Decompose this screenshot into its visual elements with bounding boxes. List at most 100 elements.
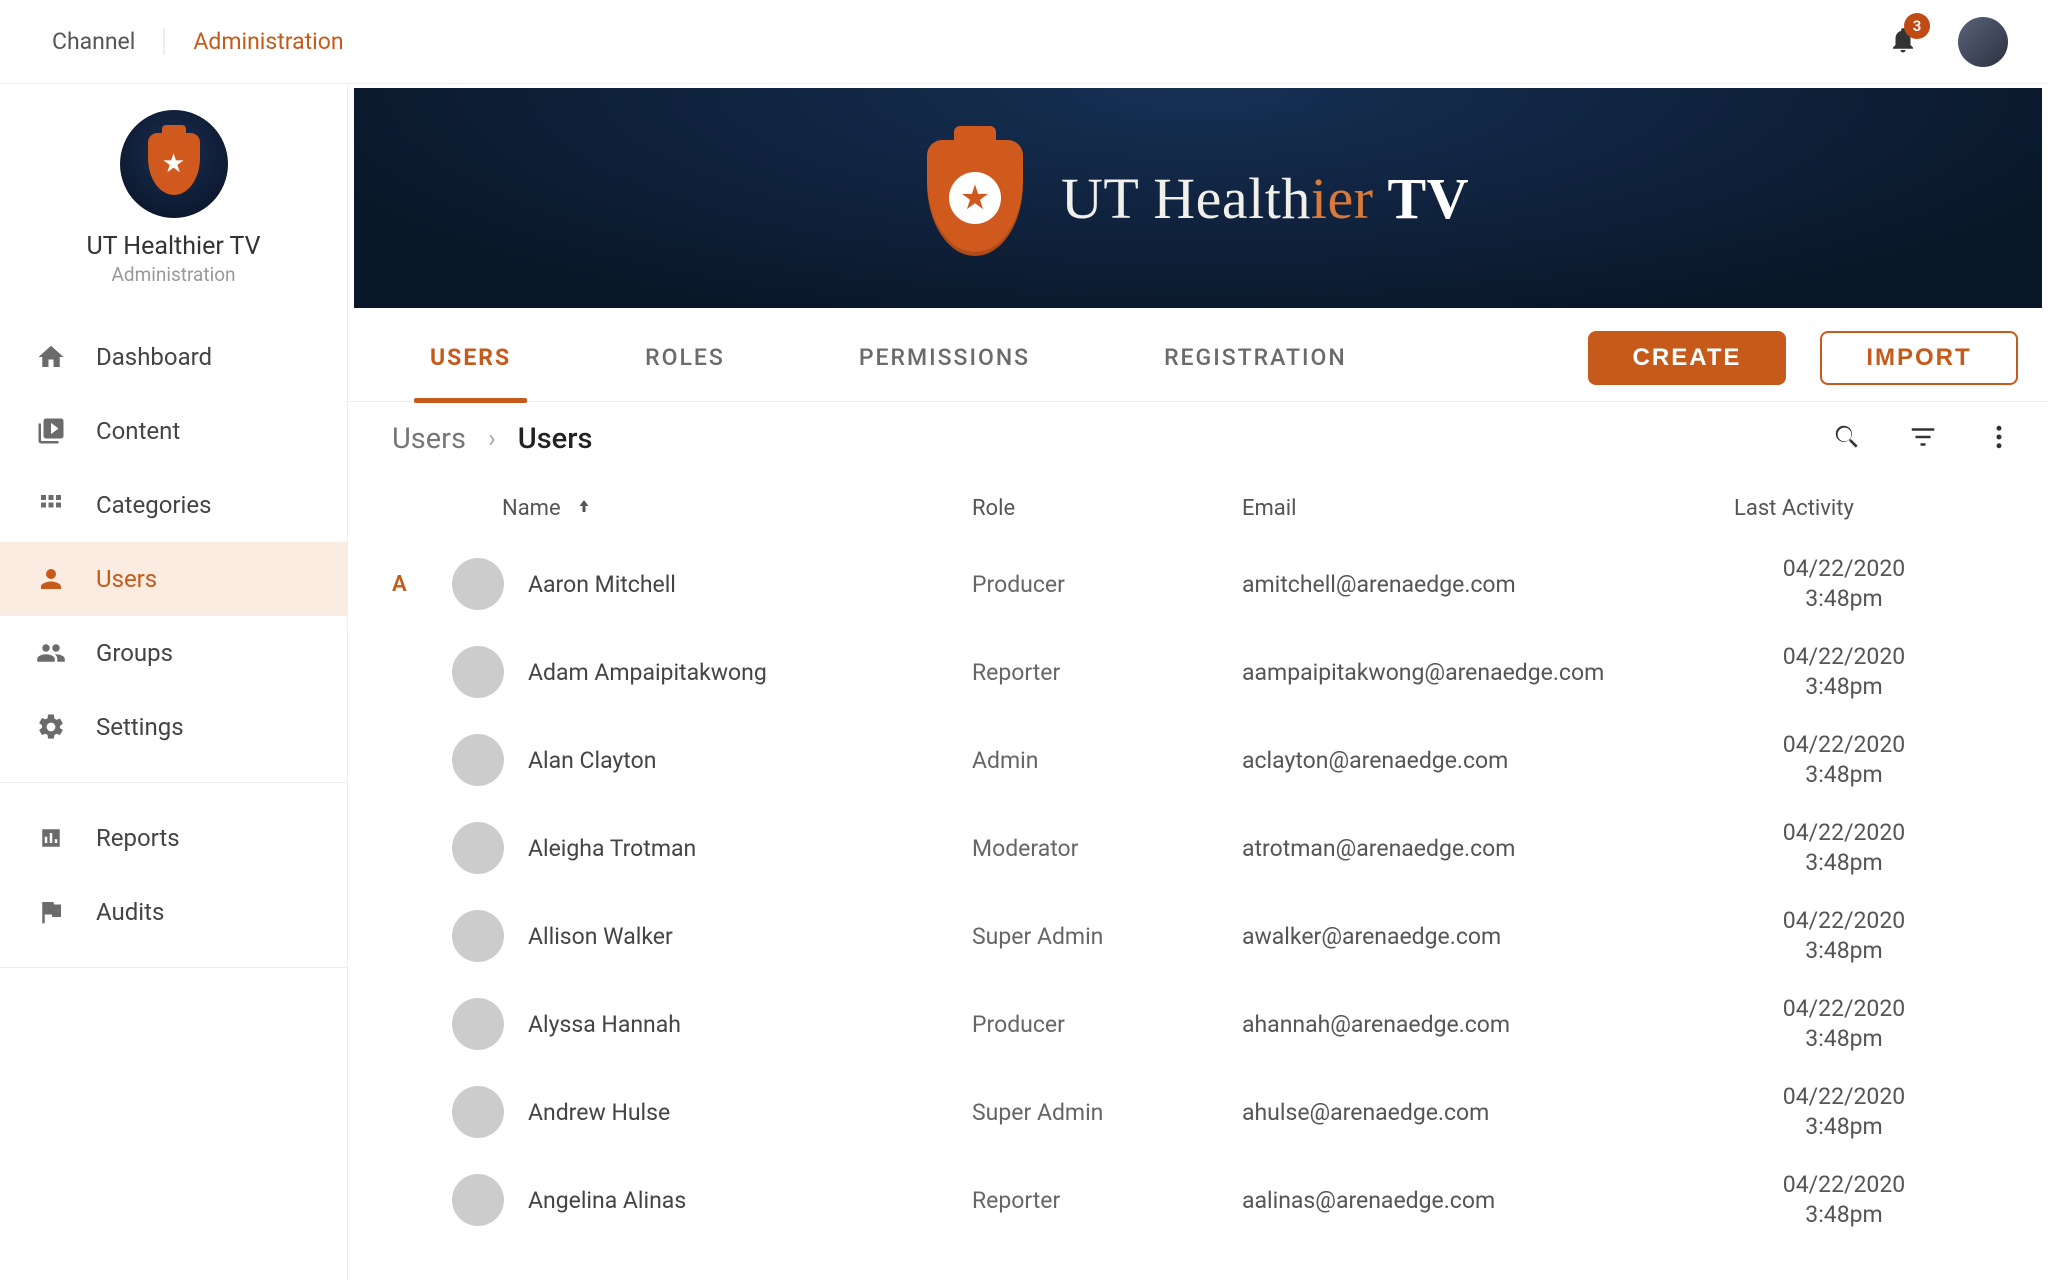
tab-roles[interactable]: ROLES (643, 314, 727, 401)
profile-avatar[interactable] (1958, 17, 2008, 67)
user-last-activity: 04/22/20203:48pm (1734, 906, 2014, 966)
table-row[interactable]: Angelina Alinas Reporter aalinas@arenaed… (392, 1156, 2014, 1244)
import-button[interactable]: IMPORT (1820, 331, 2018, 385)
filter-icon[interactable] (1908, 422, 1938, 456)
user-email: ahulse@arenaedge.com (1242, 1099, 1734, 1126)
nav-divider (0, 967, 347, 968)
tabs-row: USERS ROLES PERMISSIONS REGISTRATION CRE… (348, 314, 2048, 402)
user-last-activity: 04/22/20203:48pm (1734, 1082, 2014, 1142)
topbar-crumb-administration[interactable]: Administration (193, 28, 343, 55)
table-row[interactable]: A Aaron Mitchell Producer amitchell@aren… (392, 540, 2014, 628)
shield-icon: ★ (148, 133, 200, 195)
sidebar: ★ UT Healthier TV Administration Dashboa… (0, 84, 348, 1280)
breadcrumb-current: Users (518, 422, 593, 456)
column-name[interactable]: Name (502, 496, 972, 521)
user-name: Allison Walker (502, 923, 972, 950)
group-icon (36, 638, 66, 668)
user-email: aalinas@arenaedge.com (1242, 1187, 1734, 1214)
user-role: Super Admin (972, 1099, 1242, 1126)
column-email[interactable]: Email (1242, 496, 1734, 521)
notifications-button[interactable]: 3 (1888, 25, 1918, 59)
sidebar-item-audits[interactable]: Audits (0, 875, 347, 949)
table-row[interactable]: Aleigha Trotman Moderator atrotman@arena… (392, 804, 2014, 892)
sidebar-item-label: Content (96, 417, 180, 445)
tab-permissions[interactable]: PERMISSIONS (857, 314, 1032, 401)
topbar-crumb-channel[interactable]: Channel (52, 28, 165, 55)
user-name: Aleigha Trotman (502, 835, 972, 862)
brand-subtitle: Administration (0, 263, 347, 286)
section-letter: A (392, 572, 452, 597)
sidebar-item-reports[interactable]: Reports (0, 801, 347, 875)
user-role: Admin (972, 747, 1242, 774)
user-role: Reporter (972, 1187, 1242, 1214)
user-last-activity: 04/22/20203:48pm (1734, 730, 2014, 790)
sidebar-item-settings[interactable]: Settings (0, 690, 347, 764)
user-name: Andrew Hulse (502, 1099, 972, 1126)
sidebar-item-label: Categories (96, 491, 212, 519)
top-bar: Channel Administration 3 (0, 0, 2048, 84)
table-row[interactable]: Alyssa Hannah Producer ahannah@arenaedge… (392, 980, 2014, 1068)
more-icon[interactable] (1984, 422, 2014, 456)
user-email: amitchell@arenaedge.com (1242, 571, 1734, 598)
sidebar-item-label: Users (96, 565, 157, 593)
user-avatar (452, 910, 504, 962)
breadcrumb-row: Users › Users (348, 402, 2048, 476)
brand-block: ★ UT Healthier TV Administration (0, 84, 347, 310)
sidebar-item-users[interactable]: Users (0, 542, 347, 616)
home-icon (36, 342, 66, 372)
brand-logo: ★ (120, 110, 228, 218)
users-table: Name Role Email Last Activity A Aaron Mi… (348, 476, 2048, 1280)
search-icon[interactable] (1832, 422, 1862, 456)
user-email: aclayton@arenaedge.com (1242, 747, 1734, 774)
sidebar-item-label: Groups (96, 639, 173, 667)
channel-banner: ★ UT Healthier TV (348, 84, 2048, 314)
user-last-activity: 04/22/20203:48pm (1734, 642, 2014, 702)
main-content: ★ UT Healthier TV USERS ROLES PERMISSION… (348, 84, 2048, 1280)
user-icon (36, 564, 66, 594)
table-row[interactable]: Allison Walker Super Admin awalker@arena… (392, 892, 2014, 980)
notification-badge: 3 (1904, 13, 1930, 39)
gear-icon (36, 712, 66, 742)
user-avatar (452, 998, 504, 1050)
chevron-right-icon: › (488, 424, 496, 454)
user-avatar (452, 1174, 504, 1226)
grid-icon (36, 490, 66, 520)
shield-icon: ★ (927, 140, 1023, 256)
sidebar-item-label: Dashboard (96, 343, 212, 371)
user-last-activity: 04/22/20203:48pm (1734, 554, 2014, 614)
breadcrumb: Users › Users (392, 422, 592, 456)
sidebar-item-categories[interactable]: Categories (0, 468, 347, 542)
breadcrumb-root[interactable]: Users (392, 422, 466, 456)
user-last-activity: 04/22/20203:48pm (1734, 818, 2014, 878)
flag-icon (36, 897, 66, 927)
table-row[interactable]: Alan Clayton Admin aclayton@arenaedge.co… (392, 716, 2014, 804)
column-last-activity[interactable]: Last Activity (1734, 496, 2014, 521)
sidebar-item-content[interactable]: Content (0, 394, 347, 468)
user-email: aampaipitakwong@arenaedge.com (1242, 659, 1734, 686)
user-name: Adam Ampaipitakwong (502, 659, 972, 686)
user-avatar (452, 646, 504, 698)
sidebar-item-groups[interactable]: Groups (0, 616, 347, 690)
sidebar-nav: Dashboard Content Categories Users Group… (0, 320, 347, 986)
tab-users[interactable]: USERS (428, 314, 513, 401)
tab-registration[interactable]: REGISTRATION (1162, 314, 1349, 401)
user-email: awalker@arenaedge.com (1242, 923, 1734, 950)
create-button[interactable]: CREATE (1588, 331, 1786, 385)
table-row[interactable]: Adam Ampaipitakwong Reporter aampaipitak… (392, 628, 2014, 716)
user-email: atrotman@arenaedge.com (1242, 835, 1734, 862)
sidebar-item-label: Audits (96, 898, 164, 926)
table-row[interactable]: Andrew Hulse Super Admin ahulse@arenaedg… (392, 1068, 2014, 1156)
banner-title: UT Healthier TV (1061, 165, 1469, 232)
user-role: Super Admin (972, 923, 1242, 950)
sidebar-item-label: Settings (96, 713, 184, 741)
user-name: Alyssa Hannah (502, 1011, 972, 1038)
column-role[interactable]: Role (972, 496, 1242, 521)
video-icon (36, 416, 66, 446)
nav-divider (0, 782, 347, 783)
user-name: Alan Clayton (502, 747, 972, 774)
bar-chart-icon (36, 823, 66, 853)
table-header: Name Role Email Last Activity (392, 476, 2014, 540)
sidebar-item-label: Reports (96, 824, 180, 852)
sidebar-item-dashboard[interactable]: Dashboard (0, 320, 347, 394)
user-role: Moderator (972, 835, 1242, 862)
